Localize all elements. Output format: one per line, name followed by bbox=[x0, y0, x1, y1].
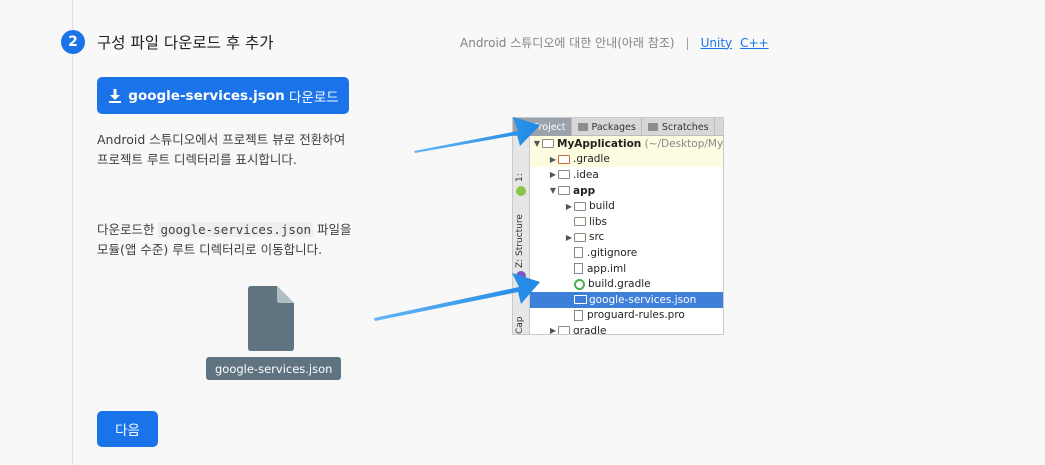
arrow-to-app-folder bbox=[374, 273, 540, 321]
pointer-arrows bbox=[374, 117, 540, 321]
arrow-to-project-tab bbox=[414, 117, 540, 153]
